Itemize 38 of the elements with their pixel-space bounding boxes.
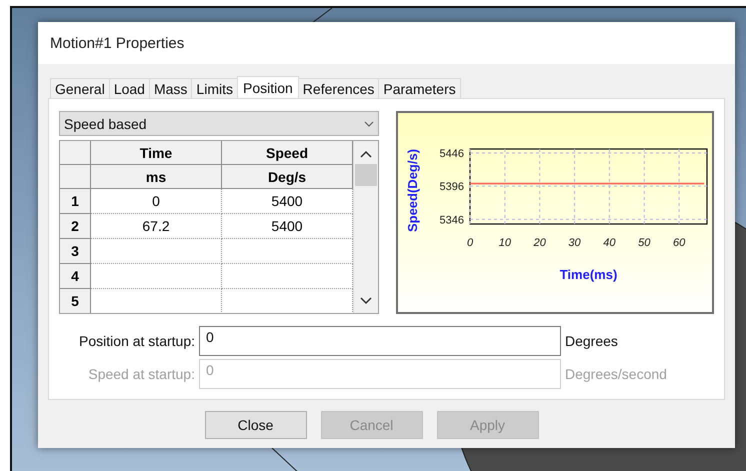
unit-header: Deg/s [222,164,352,188]
y-tick-label: 5396 [440,181,464,194]
tab[interactable]: Position [236,76,299,98]
scroll-thumb[interactable] [355,164,377,186]
column-header: Time [90,141,222,164]
x-tick-label: 10 [498,237,511,249]
mode-dropdown[interactable]: Speed based [59,111,379,136]
x-axis-title: Time(ms) [560,267,618,282]
y-tick-label: 5446 [440,148,464,160]
input-field[interactable]: 0 [199,326,561,356]
x-tick-label: 60 [673,237,686,249]
row-header: 5 [60,288,90,313]
x-tick-label: 0 [466,237,474,249]
table-cell[interactable]: 67.2 [90,214,222,238]
x-tick-label: 50 [638,237,650,249]
y-axis-title: Speed(Deg/s) [405,148,420,232]
field-label: Speed at startup: [88,366,195,382]
x-tick-label: 20 [534,237,546,249]
unit-header: ms [90,164,222,188]
scroll-down-icon[interactable] [360,297,372,305]
window-title: Motion#1 Properties [50,34,184,52]
row-header: 3 [60,238,90,264]
tab[interactable]: Parameters [378,78,461,98]
dialog-button[interactable]: Close [204,411,306,439]
row-header: 4 [60,264,90,288]
row-header: 1 [60,188,90,214]
unit-label: Degrees [565,333,619,349]
field-label: Position at startup: [79,333,195,349]
x-tick-label: 30 [568,237,581,249]
table-cell[interactable]: 0 [90,188,222,214]
scroll-up-icon[interactable] [360,150,372,158]
y-tick-label: 5346 [440,214,464,226]
x-tick-label: 40 [603,237,616,249]
chevron-down-icon [364,120,374,126]
column-header: Speed [222,141,352,164]
tab[interactable]: General [50,78,110,98]
row-header: 2 [60,214,90,238]
unit-label: Degrees/second [565,366,668,382]
